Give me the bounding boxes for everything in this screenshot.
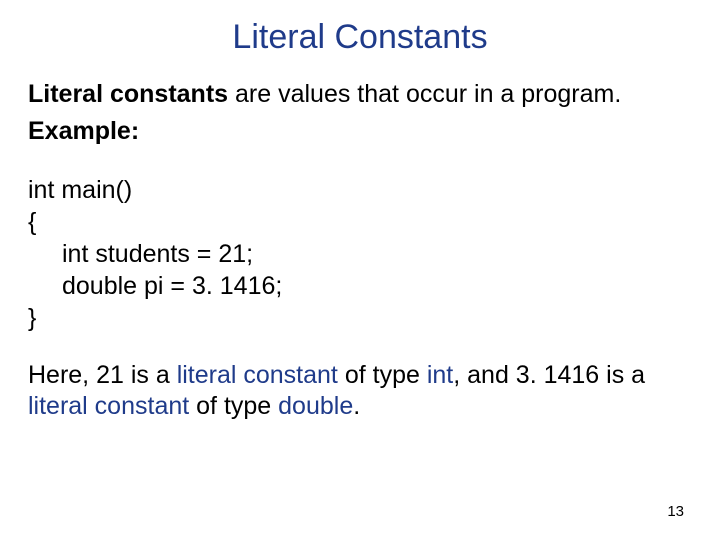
closing-t5: . (353, 392, 360, 420)
closing-kw-literal-constant-1: literal constant (177, 361, 338, 389)
example-label: Example: (28, 116, 692, 147)
page-number: 13 (667, 503, 684, 520)
title-word-constants: Constants (334, 18, 487, 56)
title-word-literal: Literal (232, 18, 325, 56)
closing-t1: Here, 21 is a (28, 361, 177, 389)
closing-t2: of type (338, 361, 427, 389)
closing-t3: , and 3. 1416 is a (453, 361, 645, 389)
code-line-1: int main() (28, 176, 132, 204)
intro-rest: are values that occur in a program. (228, 80, 621, 108)
page-title: Literal Constants (28, 18, 692, 57)
code-block: int main() { int students = 21; double p… (28, 174, 692, 334)
code-line-2: { (28, 208, 36, 236)
closing-kw-int: int (427, 361, 453, 389)
closing-t4: of type (189, 392, 278, 420)
slide: Literal Constants Literal constants are … (0, 0, 720, 540)
code-line-4: double pi = 3. 1416; (28, 272, 282, 300)
closing-kw-double: double (278, 392, 353, 420)
closing-kw-literal-constant-2: literal constant (28, 392, 189, 420)
intro-paragraph: Literal constants are values that occur … (28, 79, 692, 110)
code-line-5: } (28, 304, 36, 332)
code-line-3: int students = 21; (28, 240, 253, 268)
intro-bold: Literal constants (28, 80, 228, 108)
example-label-text: Example: (28, 117, 139, 145)
closing-paragraph: Here, 21 is a literal constant of type i… (28, 360, 692, 423)
